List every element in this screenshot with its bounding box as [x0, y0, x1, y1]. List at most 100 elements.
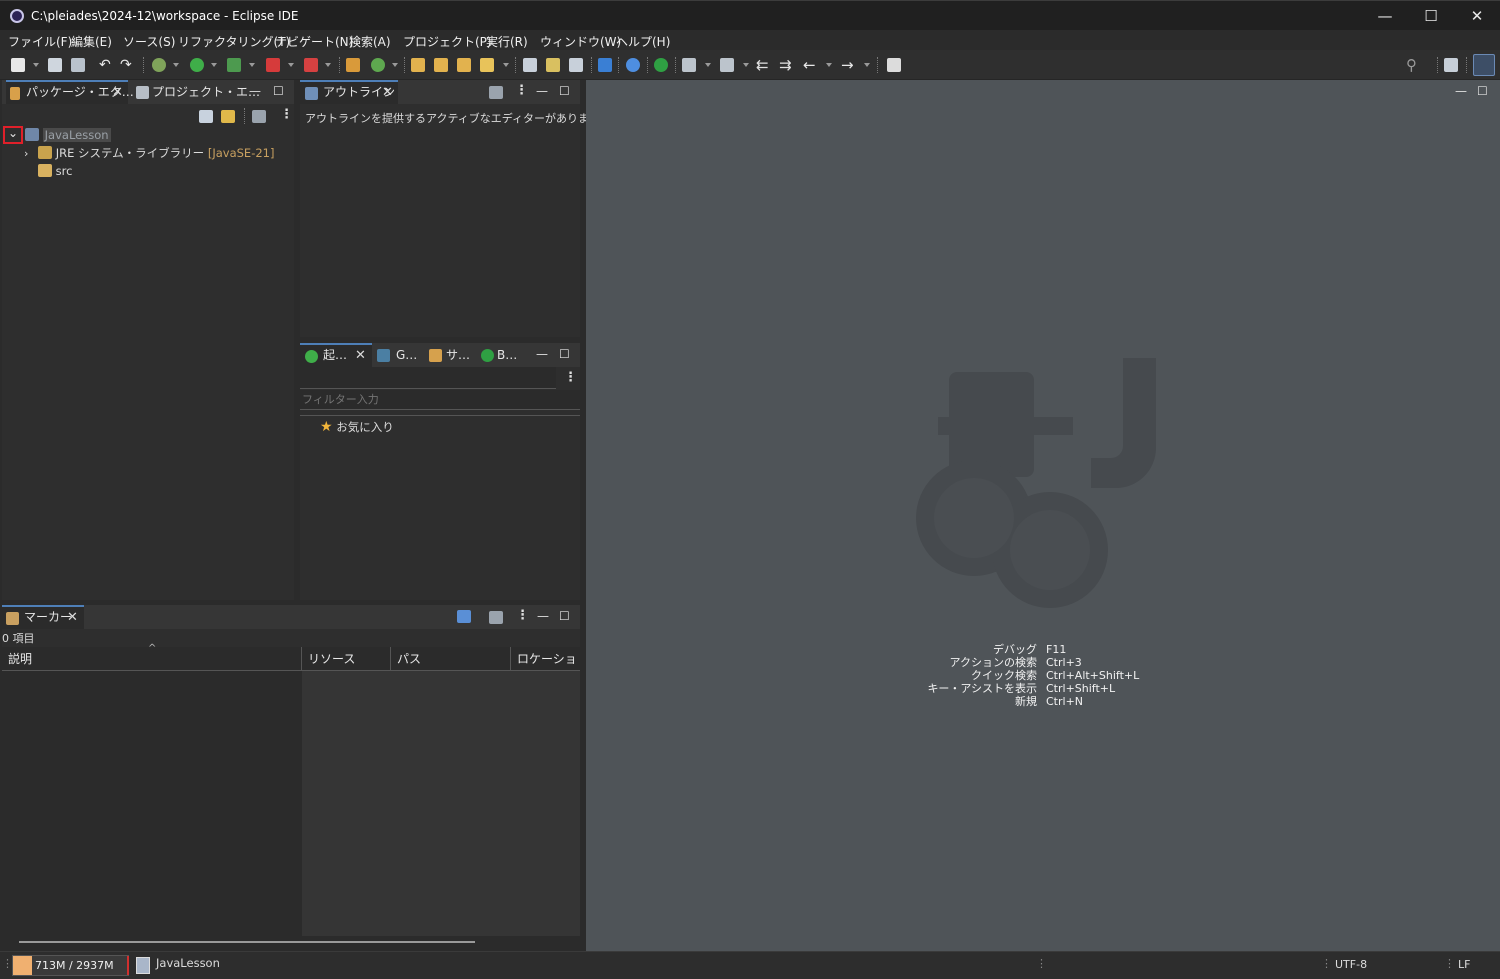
menu-search[interactable]: 検索(A) [349, 33, 391, 50]
menu-project[interactable]: プロジェクト(P) [403, 33, 492, 50]
column-location[interactable]: ロケーション [511, 647, 580, 690]
tab-package-explorer[interactable]: パッケージ・エク… ✕ [6, 80, 134, 104]
close-tab-icon[interactable]: ✕ [382, 82, 393, 103]
minimize-editor-icon[interactable]: — [1455, 80, 1467, 102]
tree-item-src[interactable]: src [38, 162, 72, 180]
build-icon[interactable] [546, 58, 560, 72]
save-icon[interactable] [48, 58, 62, 72]
filter-icon[interactable] [489, 86, 503, 99]
tab-boot-dashboard[interactable]: B… [480, 343, 520, 367]
tab-launch[interactable]: 起… ✕ [300, 343, 372, 367]
expand-toggle-highlight[interactable]: ⌄ [3, 126, 23, 144]
menu-navigate[interactable]: ナビゲート(N) [275, 33, 353, 50]
menu-file[interactable]: ファイル(F) [8, 33, 72, 50]
filter-icon[interactable] [252, 110, 266, 123]
menu-help[interactable]: ヘルプ(H) [616, 33, 670, 50]
debug-icon[interactable] [227, 58, 241, 72]
run-icon[interactable] [190, 58, 204, 72]
dropdown-icon[interactable] [392, 63, 398, 67]
new-dropdown-icon[interactable] [33, 63, 39, 67]
column-path[interactable]: パス [391, 647, 511, 671]
last-edit-location-icon[interactable]: ⇇ [756, 56, 770, 74]
sync-icon[interactable] [569, 58, 583, 72]
menu-edit[interactable]: 編集(E) [71, 33, 112, 50]
dropdown-icon[interactable] [743, 63, 749, 67]
terminate-icon[interactable] [266, 58, 280, 72]
close-tab-icon[interactable]: ✕ [67, 607, 78, 628]
search-icon[interactable]: ⚲ [1406, 56, 1420, 74]
tree-item-jre[interactable]: › JRE システム・ライブラリー [JavaSE-21] [24, 144, 274, 162]
funnel-filter-icon[interactable] [457, 610, 471, 623]
menu-refactor[interactable]: リファクタリング(T) [178, 33, 290, 50]
maximize-view-icon[interactable]: ☐ [273, 80, 284, 102]
back-arrow-icon[interactable]: ← [803, 56, 817, 74]
back-dropdown-icon[interactable] [826, 63, 832, 67]
view-menu-icon[interactable]: ⋮ [564, 370, 577, 385]
maximize-view-icon[interactable]: ☐ [559, 80, 570, 102]
save-all-icon[interactable] [71, 58, 85, 72]
next-edit-icon[interactable]: ⇉ [779, 56, 793, 74]
dropdown-icon[interactable] [288, 63, 294, 67]
line-ending-indicator[interactable]: LF [1458, 958, 1470, 971]
minimize-view-icon[interactable]: — [249, 80, 261, 102]
open-task-icon[interactable] [457, 58, 471, 72]
minimize-button[interactable]: — [1362, 1, 1408, 31]
search-tool-icon[interactable] [480, 58, 494, 72]
tab-gradle[interactable]: G… [376, 343, 424, 367]
tab-project-explorer[interactable]: プロジェクト・エ… [132, 80, 260, 104]
encoding-indicator[interactable]: UTF-8 [1335, 958, 1367, 971]
menu-source[interactable]: ソース(S) [123, 33, 175, 50]
close-tab-icon[interactable]: ✕ [355, 345, 366, 366]
maximize-view-icon[interactable]: ☐ [559, 605, 570, 627]
maximize-view-icon[interactable]: ☐ [559, 343, 570, 365]
open-type-icon[interactable] [411, 58, 425, 72]
skip-breakpoints-icon[interactable] [152, 58, 166, 72]
debug-dropdown-icon[interactable] [249, 63, 255, 67]
settings-gear-icon[interactable] [626, 58, 640, 72]
forward-dropdown-icon[interactable] [864, 63, 870, 67]
filter-input[interactable] [300, 390, 580, 410]
annotation-icon[interactable] [682, 58, 696, 72]
minimize-view-icon[interactable]: — [537, 605, 549, 627]
minimize-view-icon[interactable]: — [536, 343, 548, 365]
favorites-item[interactable]: ★ お気に入り [320, 418, 394, 436]
redo-icon[interactable]: ↷ [120, 58, 134, 73]
maximize-editor-icon[interactable]: ☐ [1477, 80, 1488, 102]
view-menu-icon[interactable]: ⋮ [280, 107, 293, 122]
open-perspective-icon[interactable] [1444, 58, 1458, 72]
open-folder-icon[interactable] [434, 58, 448, 72]
java-perspective-icon[interactable] [1473, 54, 1495, 76]
column-resource[interactable]: リソース [302, 647, 391, 671]
refresh-icon[interactable] [523, 58, 537, 72]
run-dropdown-icon[interactable] [211, 63, 217, 67]
menu-run[interactable]: 実行(R) [486, 33, 528, 50]
dropdown-icon[interactable] [173, 63, 179, 67]
dropdown-icon[interactable] [705, 63, 711, 67]
view-menu-icon[interactable]: ⋮ [515, 83, 528, 98]
external-tools-icon[interactable] [304, 58, 318, 72]
pin-editor-icon[interactable] [887, 58, 901, 72]
tab-markers[interactable]: マーカー ✕ [2, 605, 84, 629]
scrollbar-thumb[interactable] [19, 941, 475, 943]
new-class-icon[interactable] [371, 58, 385, 72]
new-java-project-icon[interactable] [346, 58, 360, 72]
forward-arrow-icon[interactable]: → [841, 56, 855, 74]
dropdown-icon[interactable] [325, 63, 331, 67]
minimize-view-icon[interactable]: — [536, 80, 548, 102]
tab-outline[interactable]: アウトライン ✕ [300, 80, 398, 104]
maximize-button[interactable]: ☐ [1408, 1, 1454, 31]
menu-window[interactable]: ウィンドウ(W) [540, 33, 621, 50]
view-menu-icon[interactable]: ⋮ [516, 608, 529, 623]
heap-status[interactable]: 713M / 2937M [12, 955, 129, 976]
horizontal-scrollbar[interactable] [2, 936, 580, 951]
focus-icon[interactable] [489, 611, 503, 624]
undo-icon[interactable]: ↶ [99, 58, 113, 73]
next-annotation-icon[interactable] [720, 58, 734, 72]
tree-item-project[interactable]: JavaLesson [25, 126, 111, 144]
console-icon[interactable] [598, 58, 612, 72]
garbage-collect-icon[interactable] [136, 957, 150, 974]
close-button[interactable]: ✕ [1454, 1, 1500, 31]
tab-servers[interactable]: サ… [428, 343, 476, 367]
server-start-icon[interactable] [654, 58, 668, 72]
link-with-editor-icon[interactable] [221, 110, 235, 123]
